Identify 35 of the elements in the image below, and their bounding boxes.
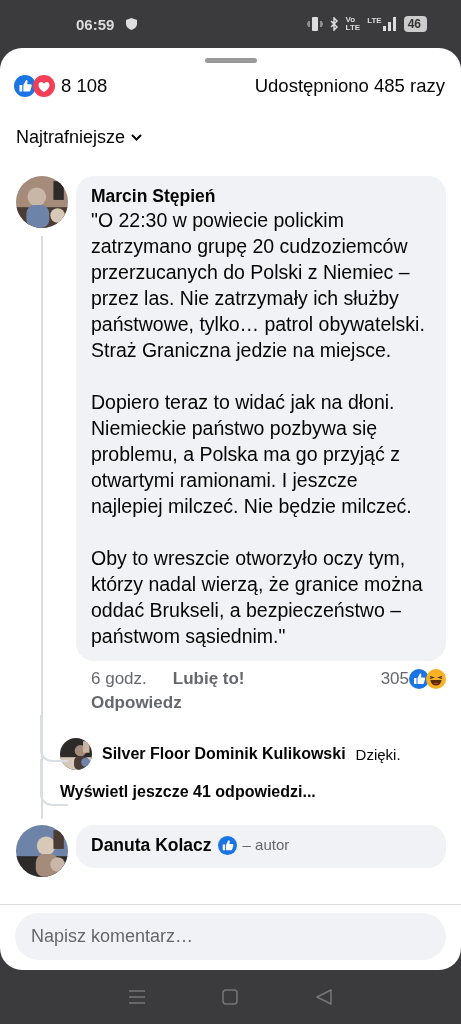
clock: 06:59	[76, 15, 115, 33]
share-count[interactable]: Udostępniono 485 razy	[254, 75, 445, 97]
battery-indicator: 46	[403, 16, 427, 32]
comment-author[interactable]: Marcin Stępień	[91, 185, 216, 207]
comment-text: Dopiero teraz to widać jak na dłoni. Niemieckie państwo pozbywa się problemu, a Polska ma go przyjąć z otwartymi ramionami. I jeszcze najlepiej milczeć. Nie będzie milczeć.	[91, 390, 413, 519]
home-icon[interactable]	[222, 989, 239, 1005]
shield-icon	[126, 18, 138, 30]
chevron-down-icon	[131, 134, 143, 141]
comment-author[interactable]: Danuta Kolacz	[91, 834, 212, 856]
like-link[interactable]: Lubię to!	[172, 667, 245, 691]
bluetooth-icon	[329, 17, 339, 31]
author-label: – autor	[242, 835, 290, 855]
vibrate-icon	[306, 17, 323, 31]
reaction-summary[interactable]: 8 108	[14, 75, 108, 97]
network-type-label: LTE	[367, 17, 382, 25]
reaction-count[interactable]: 305	[380, 667, 409, 691]
comment-text: Oby to wreszcie otworzyło oczy tym, którzy nadal wierzą, że granice można oddać Brukseli, a bezpieczeństwo – państwom sąsiednim."	[91, 546, 424, 649]
love-reaction-icon	[33, 75, 55, 97]
thumbs-up-badge-icon	[217, 835, 237, 855]
drag-handle[interactable]	[204, 58, 257, 63]
reply-text: Dzięki.	[355, 745, 401, 763]
comment-text: "O 22:30 w powiecie polickim zatrzymano grupę 20 cudzoziemców przerzucanych do Polski z Niemiec – przez las. Nie zatrzymały ich służby państwowe, tylko… patrol obywatelski. Straż Graniczna jedzie na miejsce.	[91, 208, 426, 363]
back-icon[interactable]	[316, 989, 333, 1005]
volte-label: Vo LTE	[345, 16, 361, 32]
reply-author[interactable]: Silver Floor Dominik Kulikowski	[102, 745, 346, 763]
comment-input[interactable]: Napisz komentarz…	[15, 913, 446, 960]
reply-link[interactable]: Odpowiedz	[76, 691, 446, 715]
menu-icon[interactable]	[128, 989, 145, 1005]
more-replies-link[interactable]: Wyświetl jeszcze 41 odpowiedzi...	[60, 783, 446, 819]
like-reaction-icon	[14, 75, 36, 97]
like-reaction-icon	[409, 669, 429, 689]
comment-time: 6 godz.	[91, 668, 147, 690]
laughing-reaction-icon	[426, 669, 446, 689]
signal-icon	[382, 17, 397, 31]
sort-dropdown[interactable]: Najtrafniejsze	[16, 127, 143, 148]
